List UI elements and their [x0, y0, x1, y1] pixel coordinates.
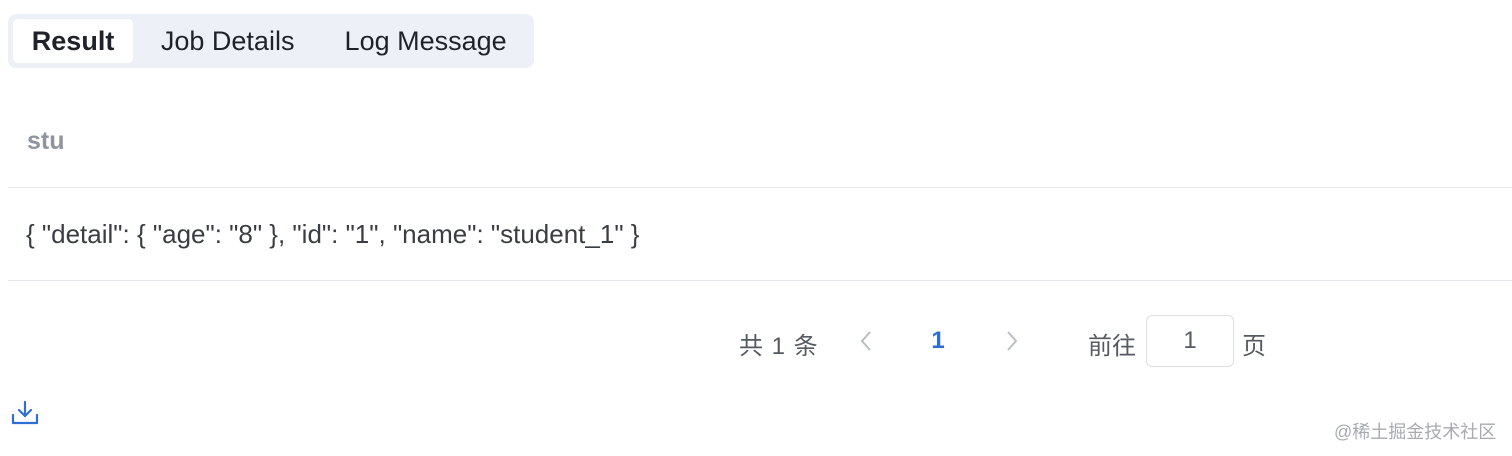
result-tabs: Result Job Details Log Message — [8, 14, 534, 68]
tab-job-details[interactable]: Job Details — [133, 19, 322, 63]
prev-page-button[interactable] — [852, 327, 880, 355]
result-table: stu { "detail": { "age": "8" }, "id": "1… — [8, 96, 1512, 281]
goto-page-input[interactable] — [1146, 315, 1234, 367]
chevron-left-icon — [860, 331, 871, 351]
download-button[interactable] — [10, 398, 40, 428]
tab-log-message[interactable]: Log Message — [322, 19, 529, 63]
page-number-1[interactable]: 1 — [920, 324, 956, 358]
download-icon — [11, 400, 39, 425]
column-header-stu: stu — [8, 96, 1512, 188]
table-row: { "detail": { "age": "8" }, "id": "1", "… — [8, 188, 1512, 281]
chevron-right-icon — [1007, 331, 1018, 351]
next-page-button[interactable] — [998, 327, 1026, 355]
pagination-total: 共 1 条 — [739, 333, 819, 360]
watermark: @稀土掘金技术社区 — [1334, 422, 1497, 442]
page-unit-label: 页 — [1242, 333, 1266, 360]
tab-result[interactable]: Result — [13, 19, 134, 63]
pagination: 共 1 条 1 前往 页 — [0, 314, 1512, 368]
goto-label: 前往 — [1088, 333, 1136, 360]
